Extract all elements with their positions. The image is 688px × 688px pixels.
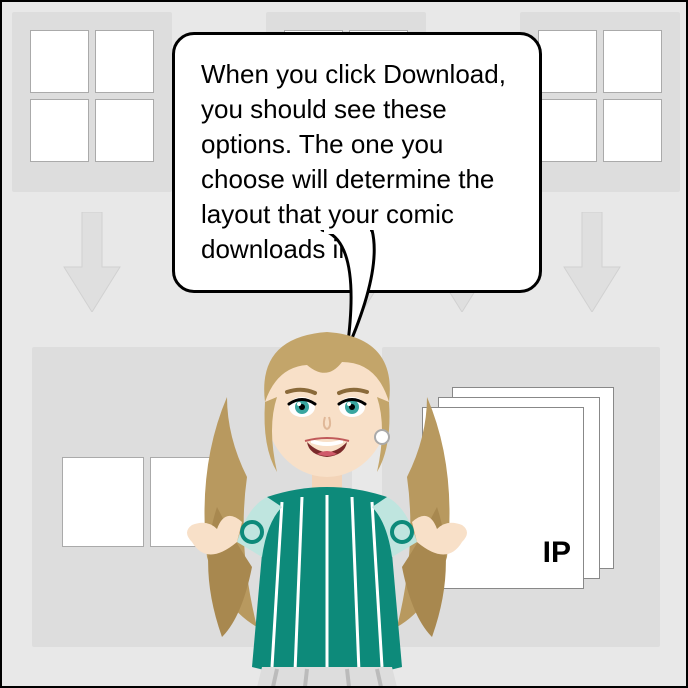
avatar-woman [167,307,487,687]
grid-cell [30,30,89,93]
zip-label: IP [543,536,571,570]
layout-option-grid-right [520,12,680,192]
grid-cell [95,99,154,162]
grid-cell [95,30,154,93]
down-arrow-icon [562,212,622,312]
grid-cell [603,99,662,162]
layout-grid-2x2 [520,12,680,172]
layout-option-grid-left [12,12,172,192]
strip-cell [62,457,144,547]
layout-grid-2x2 [12,12,172,172]
grid-cell [538,30,597,93]
grid-cell [30,99,89,162]
tutorial-panel: IP When you click Download, you should s… [0,0,688,688]
grid-cell [538,99,597,162]
grid-cell [603,30,662,93]
down-arrow-icon [62,212,122,312]
